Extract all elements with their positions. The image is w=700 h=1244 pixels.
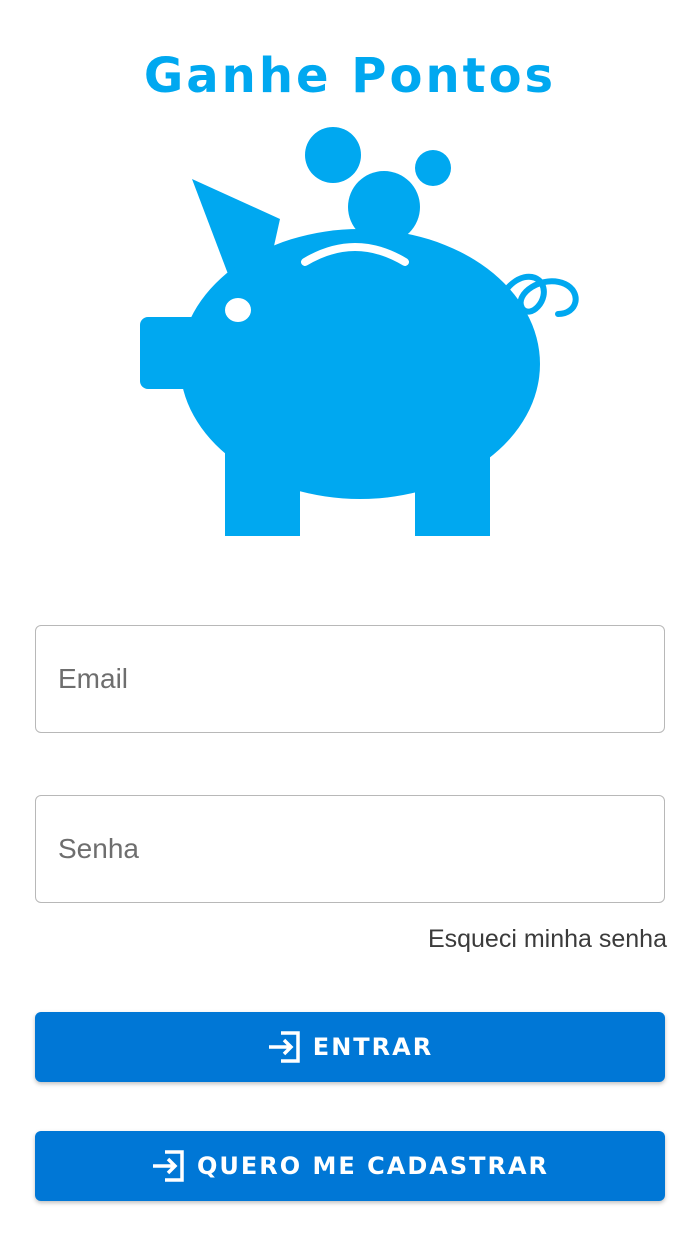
login-button-label: ENTRAR bbox=[312, 1033, 434, 1061]
login-button[interactable]: ENTRAR bbox=[35, 1012, 665, 1082]
email-input[interactable] bbox=[36, 626, 664, 732]
app-title: Ganhe Pontos bbox=[143, 48, 557, 104]
login-icon bbox=[267, 1030, 303, 1064]
password-input[interactable] bbox=[36, 796, 664, 902]
piggy-bank-icon bbox=[140, 127, 579, 536]
forgot-password-link[interactable]: Esqueci minha senha bbox=[428, 921, 667, 957]
login-icon bbox=[151, 1149, 187, 1183]
register-button[interactable]: QUERO ME CADASTRAR bbox=[35, 1131, 665, 1201]
register-button-label: QUERO ME CADASTRAR bbox=[196, 1152, 550, 1180]
email-field[interactable] bbox=[35, 625, 665, 733]
password-field[interactable] bbox=[35, 795, 665, 903]
